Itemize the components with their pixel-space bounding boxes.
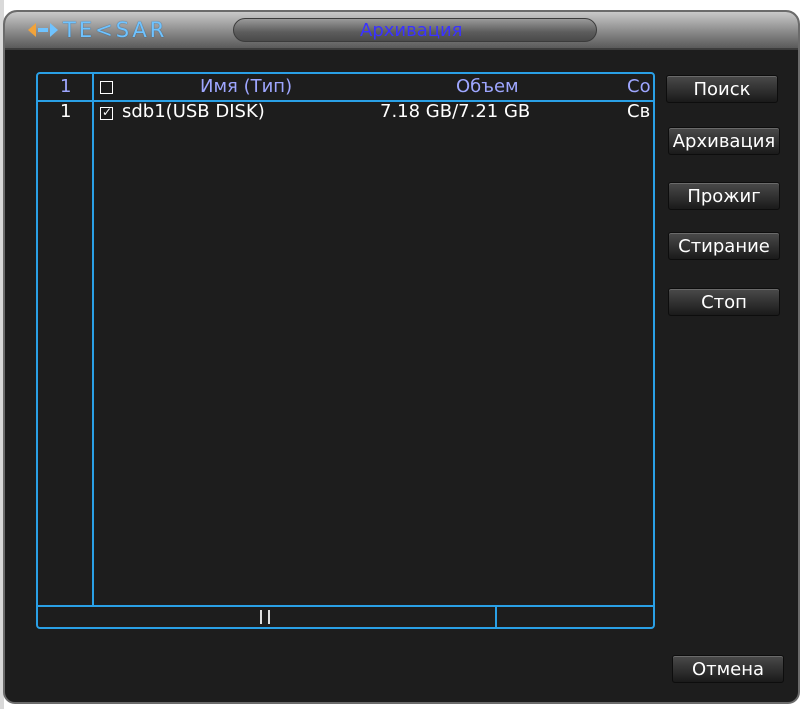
row-index: 1 [60, 101, 72, 122]
device-table: 1 Имя (Тип) Объем Со 1 ✓ sdb1(USB DISK) … [36, 72, 655, 629]
header-volume[interactable]: Объем [456, 76, 519, 97]
cancel-button[interactable]: Отмена [672, 655, 784, 683]
row-status: Св [627, 101, 651, 122]
logo-arrows-icon [28, 23, 58, 37]
title-bar: TE<SAR Архивация [5, 12, 798, 50]
select-all-checkbox[interactable] [100, 81, 113, 94]
header-status[interactable]: Со [627, 76, 653, 97]
brand-logo: TE<SAR [27, 18, 167, 42]
archive-button[interactable]: Архивация [668, 127, 780, 155]
scrollbar-thumb[interactable] [260, 610, 270, 624]
column-separator [92, 74, 94, 606]
burn-button[interactable]: Прожиг [668, 182, 780, 210]
stop-button[interactable]: Стоп [668, 288, 780, 316]
header-index: 1 [60, 76, 72, 97]
brand-name: TE<SAR [63, 18, 168, 42]
row-volume: 7.18 GB/7.21 GB [380, 101, 531, 122]
header-name[interactable]: Имя (Тип) [200, 76, 292, 97]
horizontal-scrollbar[interactable] [38, 605, 653, 627]
search-button[interactable]: Поиск [666, 75, 778, 103]
checkbox-checked-icon[interactable]: ✓ [100, 105, 113, 120]
erase-button[interactable]: Стирание [668, 232, 780, 260]
dialog-title: Архивация [360, 20, 463, 41]
row-device-name: sdb1(USB DISK) [122, 101, 265, 122]
